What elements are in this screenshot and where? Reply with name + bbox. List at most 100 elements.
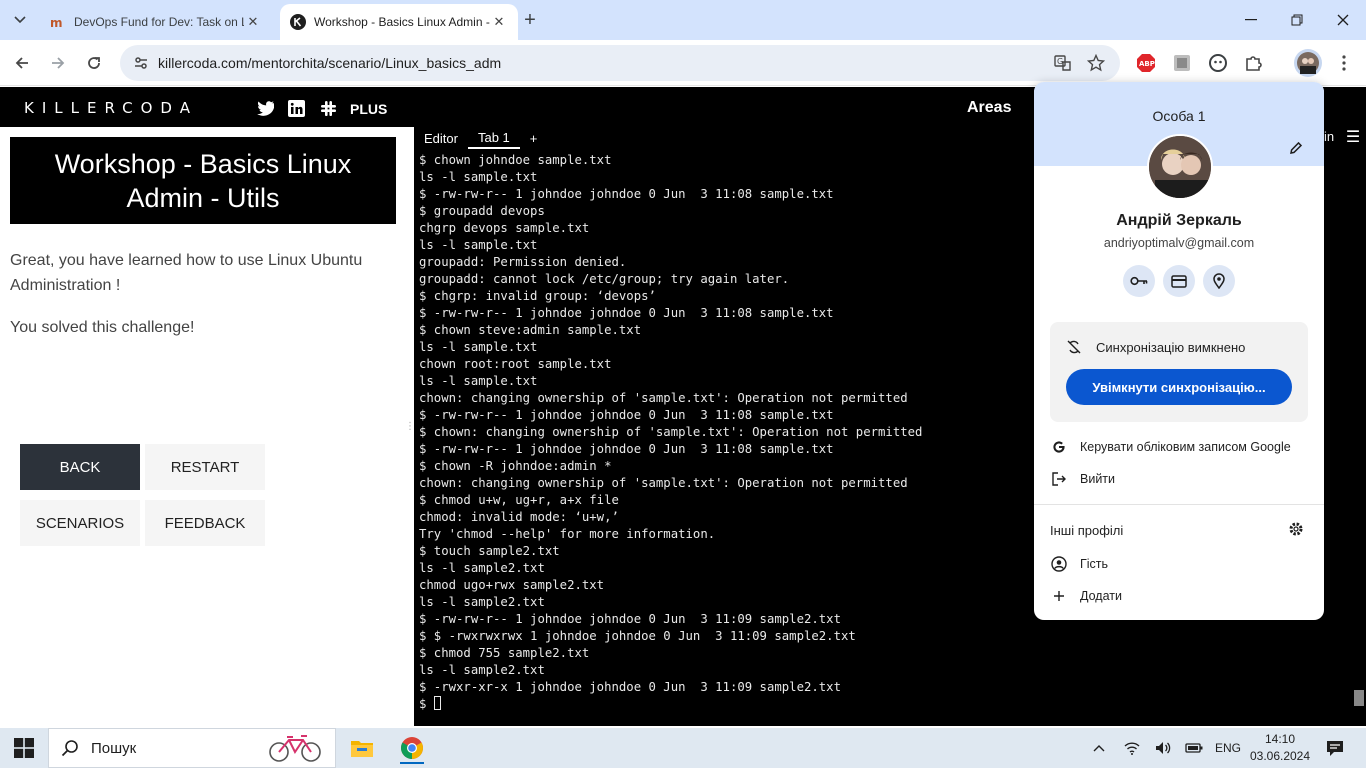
terminal-line: $ -rw-rw-r-- 1 johndoe johndoe 0 Jun 3 1… [419, 408, 834, 422]
terminal-line: Try 'chmod --help' for more information. [419, 527, 716, 541]
sync-card: Синхронізацію вимкнено Увімкнути синхрон… [1050, 322, 1308, 422]
terminal-line: groupadd: Permission denied. [419, 255, 627, 269]
turn-on-sync-button[interactable]: Увімкнути синхронізацію... [1066, 369, 1292, 405]
taskbar-search-box[interactable]: Пошук [48, 728, 336, 768]
terminal-scrollbar[interactable] [1352, 145, 1366, 726]
browser-toolbar: killercoda.com/mentorchita/scenario/Linu… [0, 40, 1366, 86]
linkedin-icon[interactable] [288, 98, 305, 118]
browser-tab-devops[interactable]: m DevOps Fund for Dev: Task on Linux ✕ [40, 4, 272, 40]
twitter-icon[interactable] [256, 98, 274, 118]
guest-person-icon [1050, 555, 1068, 573]
battery-power-icon[interactable] [1182, 728, 1206, 768]
edit-profile-pencil-icon[interactable] [1284, 136, 1308, 160]
face-extension-icon[interactable] [1206, 51, 1230, 75]
add-tab-button[interactable]: + [520, 127, 548, 149]
menu-divider [1034, 504, 1324, 505]
browser-tab-workshop[interactable]: Workshop - Basics Linux Admin - Utils ✕ [280, 4, 518, 40]
terminal-output[interactable]: $ chown johndoe sample.txt ls -l sample.t… [419, 152, 922, 713]
taskbar-clock[interactable]: 14:10 03.06.2024 [1246, 731, 1314, 765]
bookmark-star-icon[interactable] [1081, 45, 1111, 81]
manage-profiles-gear-icon[interactable] [1288, 521, 1306, 539]
terminal-line: ls -l sample.txt [419, 340, 538, 354]
bicycle-search-highlight-icon [267, 732, 323, 764]
login-link-partial[interactable]: in [1324, 129, 1334, 144]
feedback-button[interactable]: FEEDBACK [145, 500, 265, 546]
profile-photo-avatar [1147, 134, 1213, 200]
windows-start-icon[interactable] [14, 738, 34, 758]
guest-profile-item[interactable]: Гість [1050, 555, 1108, 573]
reload-icon [88, 57, 100, 69]
hamburger-menu-icon[interactable]: ☰ [1340, 127, 1366, 147]
new-tab-button[interactable]: + [518, 8, 542, 32]
tab-title: Workshop - Basics Linux Admin - Utils [314, 15, 490, 29]
file-explorer-taskbar-icon[interactable] [342, 732, 382, 764]
address-location-pin-icon[interactable] [1203, 265, 1235, 297]
chrome-menu-icon[interactable] [1332, 51, 1356, 75]
search-icon [61, 739, 79, 757]
search-placeholder: Пошук [91, 739, 137, 757]
terminal-line: $ chgrp: invalid group: ‘devops’ [419, 289, 656, 303]
close-tab-icon[interactable]: ✕ [490, 13, 508, 31]
volume-icon[interactable] [1151, 728, 1175, 768]
restore-button[interactable] [1274, 0, 1320, 40]
site-info-icon[interactable] [126, 55, 156, 71]
sign-out-item[interactable]: Вийти [1050, 470, 1115, 488]
clock-time: 14:10 [1264, 732, 1296, 746]
language-indicator[interactable]: ENG [1212, 728, 1244, 768]
show-hidden-icons-chevron-icon[interactable] [1088, 728, 1110, 768]
terminal-line: $ -rw-rw-r-- 1 johndoe johndoe 0 Jun 3 1… [419, 187, 834, 201]
back-nav-button[interactable] [6, 47, 38, 79]
terminal-line: $ -rw-rw-r-- 1 johndoe johndoe 0 Jun 3 1… [419, 306, 834, 320]
extensions-puzzle-icon[interactable] [1242, 51, 1266, 75]
google-g-icon [1050, 438, 1068, 456]
tab-editor[interactable]: Editor [414, 127, 468, 149]
terminal-line: $ chown johndoe sample.txt [419, 153, 612, 167]
svg-text:ABP: ABP [1139, 60, 1155, 68]
windows-taskbar: Пошук ENG 14:10 03.06.2024 [0, 728, 1366, 768]
terminal-line: $ -rw-rw-r-- 1 johndoe johndoe 0 Jun 3 1… [419, 612, 841, 626]
add-profile-item[interactable]: Додати [1050, 587, 1122, 605]
killercoda-logo[interactable]: KILLERCODA [24, 99, 198, 117]
scenario-title: Workshop - Basics Linux Admin - Utils [10, 137, 396, 224]
areas-menu[interactable]: Areas [967, 99, 1011, 117]
close-tab-icon[interactable]: ✕ [244, 13, 262, 31]
terminal-line: $ chmod u+w, ug+r, a+x file [419, 493, 619, 507]
chrome-taskbar-icon[interactable] [392, 732, 432, 764]
photo-extension-icon[interactable] [1170, 51, 1194, 75]
sync-status: Синхронізацію вимкнено [1066, 339, 1245, 355]
terminal-line: ls -l sample.txt [419, 238, 538, 252]
slack-icon[interactable] [320, 98, 337, 118]
plus-link[interactable]: PLUS [350, 101, 387, 117]
terminal-prompt-line[interactable]: $ [419, 696, 922, 713]
svg-text:m: m [50, 16, 63, 29]
close-window-button[interactable] [1320, 0, 1366, 40]
payment-card-icon[interactable] [1163, 265, 1195, 297]
reload-button[interactable] [78, 47, 110, 79]
tab-terminal-1[interactable]: Tab 1 [467, 127, 520, 149]
passwords-key-icon[interactable] [1123, 265, 1155, 297]
pane-resize-handle[interactable]: ⋮ [405, 127, 415, 726]
terminal-line: $ $ -rwxrwxrwx 1 johndoe johndoe 0 Jun 3… [419, 629, 856, 643]
adblock-extension-icon[interactable]: ABP [1134, 51, 1158, 75]
minimize-button[interactable] [1228, 0, 1274, 40]
terminal-cursor [433, 696, 441, 710]
terminal-line: chmod: invalid mode: ‘u+w,’ [419, 510, 619, 524]
terminal-line: chgrp devops sample.txt [419, 221, 590, 235]
profile-name: Андрій Зеркаль [1116, 212, 1242, 229]
arrow-left-icon [15, 57, 28, 69]
notifications-icon[interactable] [1322, 728, 1348, 768]
manage-google-account-item[interactable]: Керувати обліковим записом Google [1050, 438, 1291, 456]
wifi-icon[interactable] [1120, 728, 1144, 768]
scenarios-button[interactable]: SCENARIOS [20, 500, 140, 546]
address-bar[interactable]: killercoda.com/mentorchita/scenario/Linu… [120, 45, 1120, 81]
close-icon [1337, 14, 1349, 26]
profile-avatar-button[interactable] [1294, 49, 1322, 77]
terminal-line: $ -rwxr-xr-x 1 johndoe johndoe 0 Jun 3 1… [419, 680, 841, 694]
back-button[interactable]: BACK [20, 444, 140, 490]
terminal-line: ls -l sample2.txt [419, 595, 545, 609]
sync-off-icon [1066, 339, 1082, 355]
translate-icon[interactable]: G [1048, 45, 1078, 81]
restart-button[interactable]: RESTART [145, 444, 265, 490]
tab-search-button[interactable] [8, 8, 32, 32]
forward-nav-button[interactable] [42, 47, 74, 79]
